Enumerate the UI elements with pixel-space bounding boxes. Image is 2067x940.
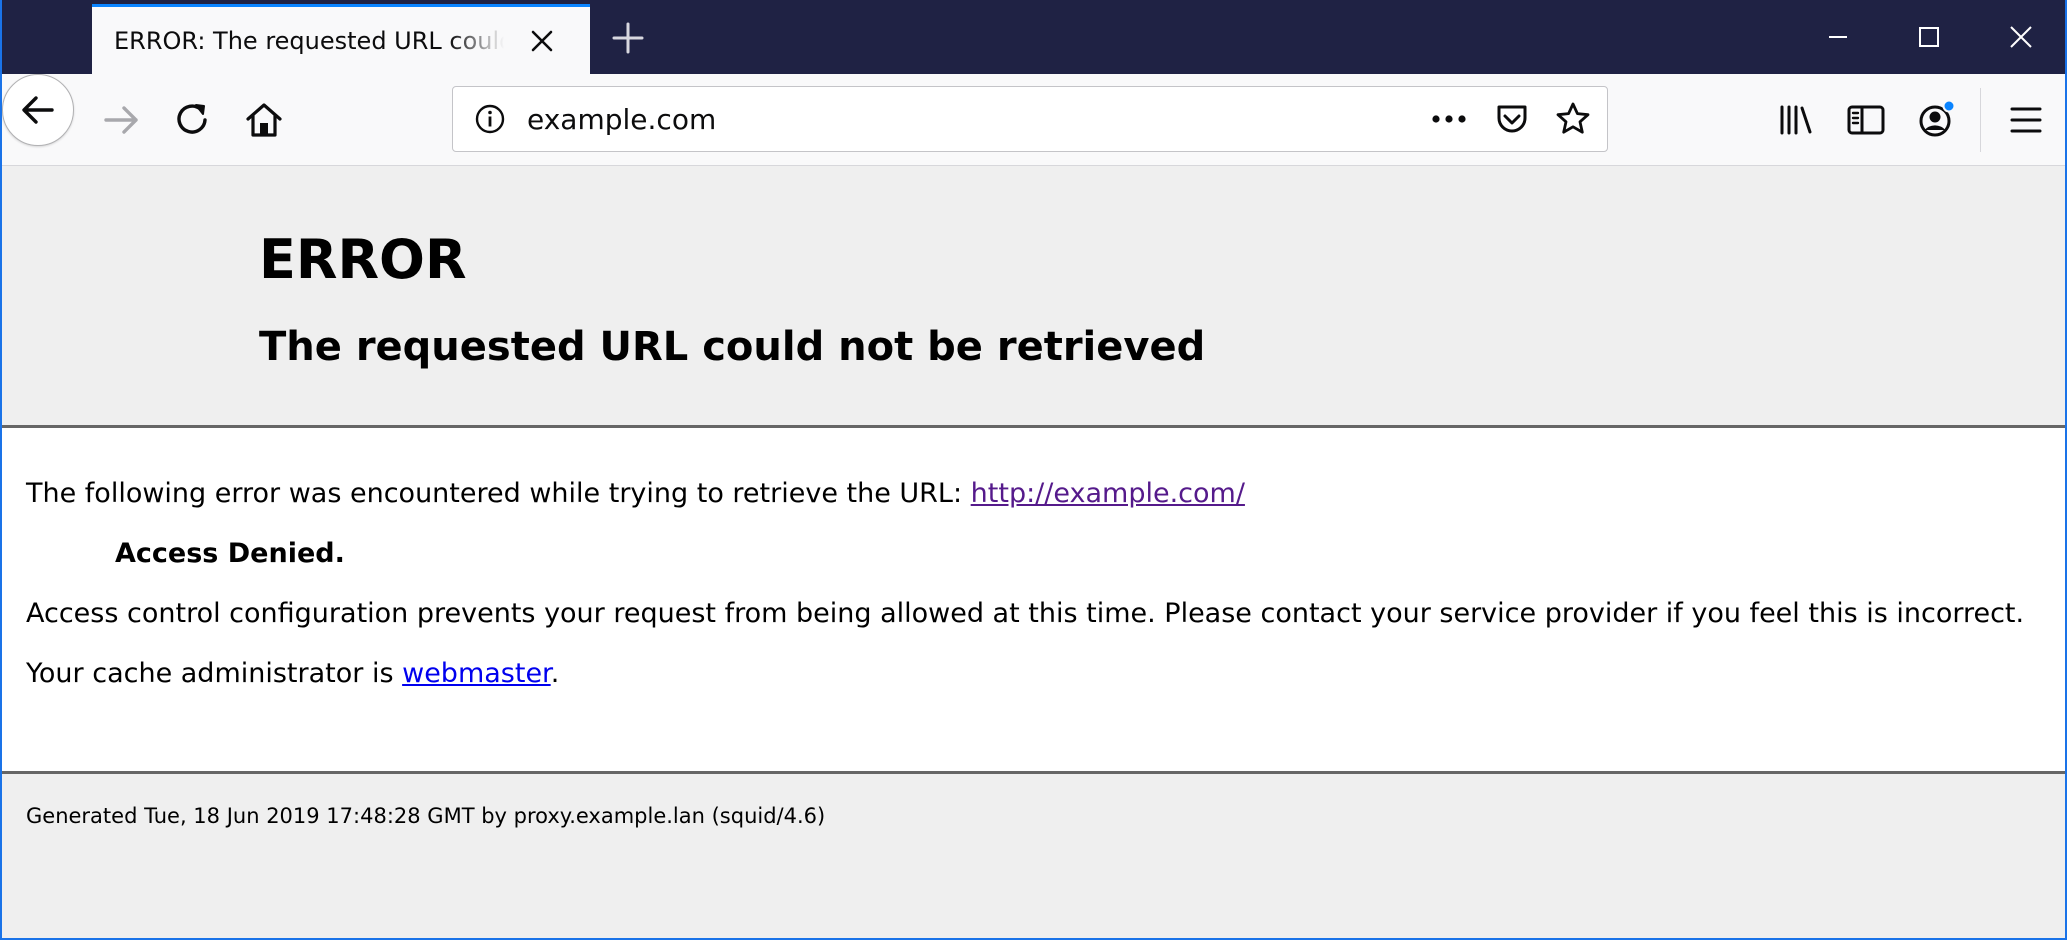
error-header: ERROR The requested URL could not be ret… [2, 166, 2065, 428]
error-encountered-label: The following error was encountered whil… [26, 478, 971, 509]
address-bar[interactable]: example.com [452, 86, 1608, 152]
hamburger-menu-icon [2010, 107, 2042, 133]
page-content: ERROR The requested URL could not be ret… [2, 166, 2065, 938]
toolbar-separator [1980, 88, 1981, 152]
close-icon [2010, 26, 2032, 48]
window-minimize-button[interactable] [1817, 16, 1859, 58]
pocket-button[interactable] [1493, 100, 1531, 138]
close-icon [531, 30, 553, 52]
error-name: Access Denied. [115, 538, 345, 569]
back-button[interactable] [2, 74, 74, 146]
open-menu-button[interactable] [2002, 96, 2050, 144]
forward-arrow-icon [104, 106, 138, 134]
tab-close-button[interactable] [526, 25, 558, 57]
cache-admin-suffix: . [550, 658, 560, 689]
generated-by-text: Generated Tue, 18 Jun 2019 17:48:28 GMT … [26, 804, 826, 828]
error-footer: Generated Tue, 18 Jun 2019 17:48:28 GMT … [2, 774, 2065, 938]
back-arrow-icon [22, 96, 54, 124]
maximize-icon [1919, 27, 1939, 47]
window-close-button[interactable] [2000, 16, 2042, 58]
library-button[interactable] [1772, 96, 1820, 144]
error-body: The following error was encountered whil… [2, 428, 2065, 774]
page-actions-button[interactable] [1429, 102, 1469, 136]
tab-active[interactable]: ERROR: The requested URL could not be re… [92, 4, 590, 74]
library-icon [1780, 105, 1812, 135]
site-info-button[interactable] [473, 102, 507, 136]
plus-icon [612, 22, 644, 54]
pocket-icon [1497, 105, 1527, 133]
url-text[interactable]: example.com [527, 103, 716, 136]
more-dots-icon [1432, 115, 1466, 123]
browser-window: ERROR: The requested URL could not be re… [0, 0, 2067, 940]
forward-button[interactable] [98, 96, 146, 144]
tab-title: ERROR: The requested URL could not be re… [114, 27, 504, 55]
window-maximize-button[interactable] [1908, 16, 1950, 58]
page-title: ERROR [259, 228, 467, 291]
cache-admin-text: Your cache administrator is webmaster. [26, 658, 559, 689]
error-encountered-text: The following error was encountered whil… [26, 478, 1245, 509]
requested-url-link[interactable]: http://example.com/ [971, 478, 1245, 509]
reload-button[interactable] [170, 96, 218, 144]
new-tab-button[interactable] [608, 18, 648, 58]
home-icon [246, 103, 282, 137]
webmaster-link[interactable]: webmaster [402, 658, 551, 689]
info-icon [475, 104, 505, 134]
error-description: Access control configuration prevents yo… [26, 598, 2025, 629]
home-button[interactable] [240, 96, 288, 144]
tab-strip: ERROR: The requested URL could not be re… [2, 0, 2065, 74]
bookmark-button[interactable] [1553, 99, 1593, 139]
minimize-icon [1829, 36, 1847, 38]
account-icon [1919, 99, 1956, 137]
page-subtitle: The requested URL could not be retrieved [259, 324, 1206, 370]
sidebar-button[interactable] [1842, 96, 1890, 144]
star-icon [1556, 102, 1590, 134]
reload-icon [177, 104, 207, 134]
navigation-toolbar: example.com [2, 74, 2065, 166]
account-button[interactable] [1912, 96, 1960, 144]
sidebar-icon [1847, 105, 1885, 135]
cache-admin-label: Your cache administrator is [26, 658, 403, 689]
